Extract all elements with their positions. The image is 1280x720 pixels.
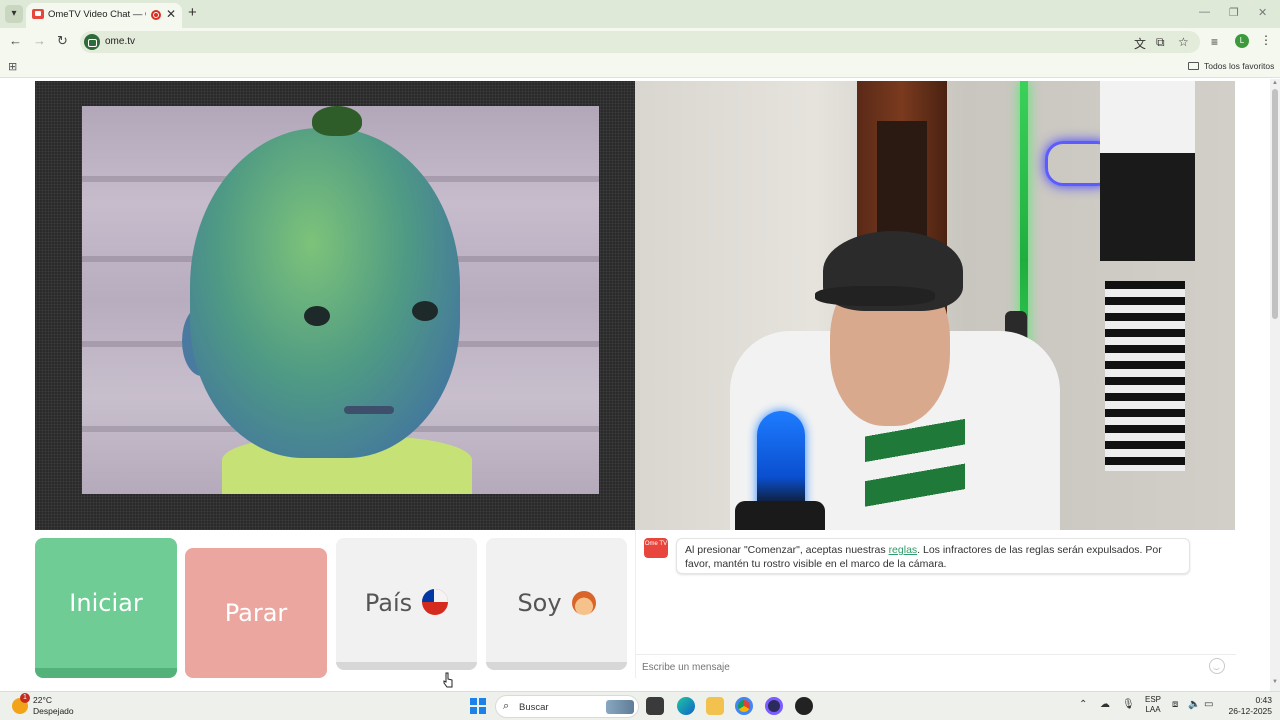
search-highlight-image — [606, 700, 634, 714]
clock-date: 26-12-2025 — [1228, 706, 1272, 716]
taskbar: 1 22°C Despejado ⌕ Buscar ⌃ ☁ 🎙 ESP LAA ⧈… — [0, 691, 1280, 720]
chile-flag-icon — [422, 589, 449, 615]
all-favorites-link[interactable]: Todos los favoritos — [1188, 61, 1274, 71]
chat-input-area — [636, 654, 1236, 678]
ometv-favicon-icon — [32, 9, 44, 19]
search-icon: ⌕ — [503, 700, 510, 712]
app-icon[interactable] — [795, 697, 813, 715]
eye — [412, 301, 438, 321]
menu-icon[interactable]: ⋮ — [1260, 33, 1272, 47]
folder-icon — [1188, 62, 1199, 70]
media-icon[interactable]: ≡ — [1211, 35, 1218, 49]
skeleton-legs — [1105, 281, 1185, 471]
volume-icon[interactable]: 🔈 — [1188, 699, 1200, 710]
gender-label: Soy — [517, 589, 562, 617]
install-icon[interactable]: ⧉ — [1156, 35, 1165, 50]
chat-panel: Ome TV Al presionar "Comenzar", aceptas … — [635, 530, 1236, 678]
emoji-icon[interactable] — [1209, 658, 1225, 674]
back-icon[interactable]: ← — [9, 33, 22, 48]
file-explorer-icon[interactable] — [706, 697, 724, 715]
reload-icon[interactable]: ↻ — [57, 33, 68, 49]
tab-list-icon[interactable]: ▾ — [5, 5, 23, 23]
microphone-icon[interactable]: 🎙 — [1122, 699, 1135, 710]
message-input[interactable] — [642, 660, 1202, 674]
url-text: ome.tv — [105, 36, 136, 47]
minimize-button[interactable]: — — [1199, 6, 1210, 18]
show-hidden-icons-icon[interactable]: ⌃ — [1079, 699, 1087, 710]
tab-title: OmeTV Video Chat — Ome — [48, 9, 146, 20]
ometv-logo: Ome TV — [644, 538, 668, 558]
task-view-icon[interactable] — [646, 697, 664, 715]
stranger-video-frame — [82, 106, 599, 494]
self-video — [635, 81, 1235, 530]
weather-badge: 1 — [20, 693, 30, 703]
scroll-up-icon[interactable]: ▲ — [1272, 80, 1278, 86]
mouth — [344, 406, 394, 414]
record-icon — [151, 10, 161, 20]
star-icon[interactable]: ☆ — [1178, 35, 1189, 49]
stranger-video — [35, 81, 635, 530]
edge-icon[interactable] — [677, 697, 695, 715]
close-tab-icon[interactable]: ✕ — [166, 7, 176, 21]
message-text: Al presionar "Comenzar", aceptas nuestra… — [685, 544, 889, 556]
restore-button[interactable]: ❐ — [1229, 6, 1239, 19]
keyboard-layout: LAA — [1145, 705, 1161, 714]
face — [190, 128, 460, 458]
chrome-icon[interactable] — [735, 697, 753, 715]
gender-button[interactable]: Soy — [486, 538, 627, 670]
bookmarks-bar: ⊞ Todos los favoritos — [0, 56, 1280, 78]
forward-icon[interactable]: → — [33, 33, 46, 48]
rules-link[interactable]: reglas — [889, 544, 918, 556]
page-scrollbar[interactable]: ▲ ▼ — [1270, 79, 1280, 691]
start-button[interactable]: Iniciar — [35, 538, 177, 678]
boy-emoji-icon — [571, 591, 596, 615]
weather-temp[interactable]: 22°C — [33, 695, 52, 705]
clock[interactable]: 0:43 26-12-2025 — [1226, 695, 1272, 717]
taskbar-search[interactable]: ⌕ Buscar — [495, 695, 639, 718]
shirt-print — [865, 411, 965, 521]
cap-brim — [815, 286, 935, 306]
translate-icon[interactable]: 文 — [1134, 35, 1146, 52]
obs-icon[interactable] — [765, 697, 783, 715]
all-favorites-label: Todos los favoritos — [1204, 61, 1275, 71]
weather-condition[interactable]: Despejado — [33, 706, 74, 716]
country-label: País — [364, 589, 413, 617]
battery-icon[interactable]: ▭ — [1204, 699, 1213, 710]
system-message: Al presionar "Comenzar", aceptas nuestra… — [676, 538, 1190, 574]
eye — [304, 306, 330, 326]
onedrive-icon[interactable]: ☁ — [1100, 699, 1110, 710]
profile-icon[interactable]: L — [1235, 34, 1249, 48]
tab-ometv[interactable]: OmeTV Video Chat — Ome ✕ — [26, 3, 182, 28]
scroll-thumb[interactable] — [1272, 89, 1278, 319]
leaf-hat — [312, 106, 362, 136]
clock-time: 0:43 — [1255, 695, 1272, 705]
apps-icon[interactable]: ⊞ — [8, 60, 17, 73]
network-icon[interactable]: ⧈ — [1172, 699, 1178, 710]
language-code: ESP — [1145, 695, 1162, 704]
windows-start-icon[interactable] — [470, 698, 486, 714]
tab-strip: ▾ OmeTV Video Chat — Ome ✕ + — ❐ ✕ — [0, 0, 1280, 28]
stop-button[interactable]: Parar — [185, 548, 327, 678]
site-info-icon[interactable] — [84, 34, 100, 50]
close-window-button[interactable]: ✕ — [1258, 6, 1267, 19]
new-tab-icon[interactable]: + — [188, 4, 197, 21]
microphone-stand — [735, 501, 825, 530]
scroll-down-icon[interactable]: ▼ — [1272, 679, 1278, 685]
language-indicator[interactable]: ESP LAA — [1145, 695, 1161, 715]
country-button[interactable]: País — [336, 538, 477, 670]
address-bar[interactable]: ome.tv 文 ⧉ ☆ — [80, 31, 1200, 53]
browser-toolbar: ← → ↻ ome.tv 文 ⧉ ☆ ≡ L ⋮ — [0, 28, 1280, 56]
search-label: Buscar — [519, 702, 549, 713]
hand-cursor-icon — [443, 672, 453, 688]
